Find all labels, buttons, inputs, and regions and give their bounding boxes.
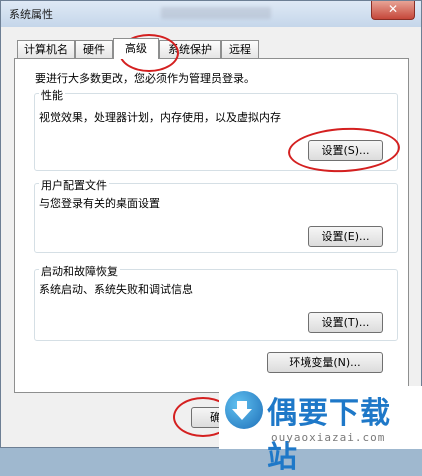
tab-system-protection[interactable]: 系统保护 — [159, 40, 221, 58]
blurred-title-text — [161, 7, 271, 19]
download-site-logo-icon — [225, 391, 263, 429]
system-properties-window: 系统属性 ✕ 计算机名 硬件 高级 系统保护 远程 要进行大多数更改，您必须作为… — [0, 0, 422, 475]
user-profiles-label: 用户配置文件 — [39, 177, 109, 193]
performance-settings-button[interactable]: 设置(S)... — [308, 140, 383, 161]
window-title: 系统属性 — [9, 8, 53, 21]
admin-notice: 要进行大多数更改，您必须作为管理员登录。 — [35, 72, 255, 85]
tab-hardware[interactable]: 硬件 — [75, 40, 113, 58]
watermark-url: ouyaoxiazai.com — [271, 431, 386, 444]
startup-recovery-settings-button[interactable]: 设置(T)... — [308, 312, 383, 333]
close-button[interactable]: ✕ — [371, 1, 415, 20]
environment-variables-button[interactable]: 环境变量(N)... — [267, 352, 383, 373]
tab-computer-name[interactable]: 计算机名 — [17, 40, 75, 58]
user-profiles-settings-button[interactable]: 设置(E)... — [308, 226, 383, 247]
tab-remote[interactable]: 远程 — [221, 40, 259, 58]
title-bar: 系统属性 ✕ — [1, 1, 421, 27]
startup-recovery-description: 系统启动、系统失败和调试信息 — [39, 283, 193, 296]
startup-recovery-label: 启动和故障恢复 — [39, 263, 120, 279]
user-profiles-description: 与您登录有关的桌面设置 — [39, 197, 160, 210]
tab-advanced[interactable]: 高级 — [113, 38, 159, 59]
performance-label: 性能 — [39, 87, 65, 103]
performance-description: 视觉效果，处理器计划，内存使用，以及虚拟内存 — [39, 111, 281, 124]
